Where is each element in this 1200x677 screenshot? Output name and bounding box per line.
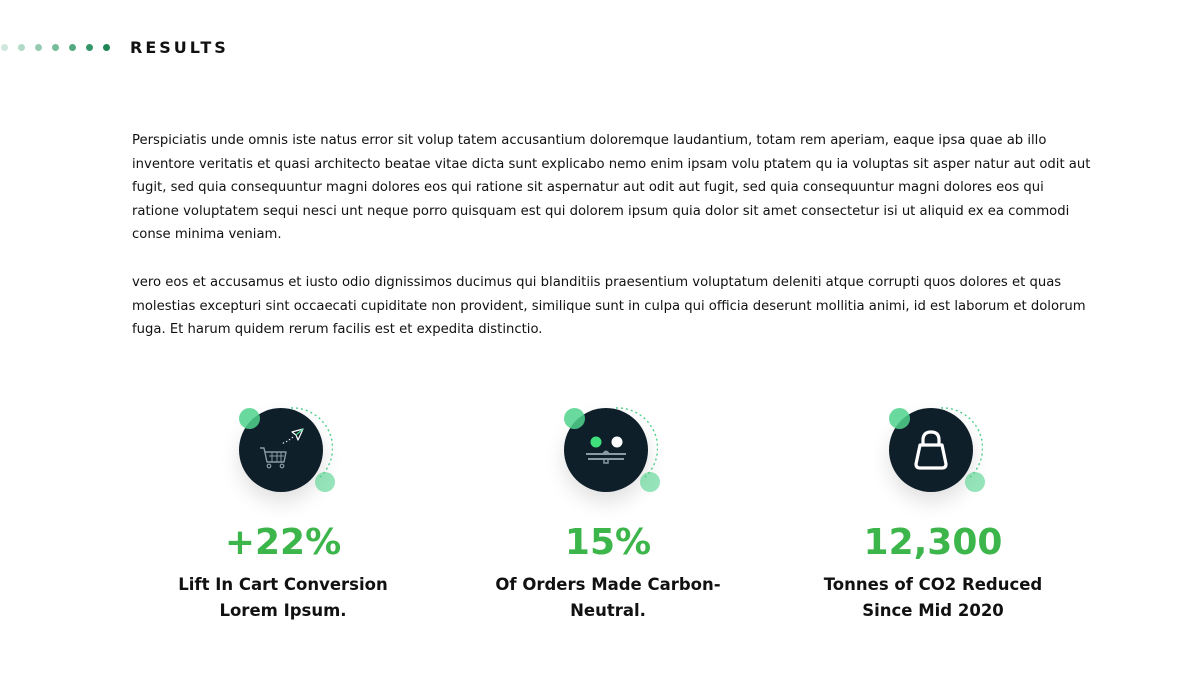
stat-label-line: Of Orders Made Carbon- [495,575,721,594]
bubble-decoration [889,408,910,429]
shopping-cart-icon [260,428,304,469]
dot [35,43,42,51]
stat-icon-wrap [223,398,343,498]
stat-cart-conversion: +22% Lift In Cart Conversion Lorem Ipsum… [133,398,433,624]
stat-icon-wrap [873,398,993,498]
shopping-bag-icon [914,430,948,470]
dot [86,43,93,51]
stats-row: +22% Lift In Cart Conversion Lorem Ipsum… [0,398,1200,658]
bubble-decoration [239,408,260,429]
section-title: RESULTS [130,37,229,57]
dot [103,43,110,51]
decorative-dots [0,43,110,51]
stat-label-line: Since Mid 2020 [862,601,1004,620]
stat-label-line: Lorem Ipsum. [219,601,347,620]
dot [1,43,8,51]
stat-value: +22% [224,522,342,563]
stat-label: Lift In Cart Conversion Lorem Ipsum. [153,572,413,624]
dot [52,43,59,51]
stat-label: Of Orders Made Carbon- Neutral. [478,572,738,624]
stat-value: 12,300 [863,522,1003,563]
bubble-decoration [965,472,985,492]
dot [69,43,76,51]
intro-paragraph-2: vero eos et accusamus et iusto odio dign… [132,274,1086,338]
stat-label: Tonnes of CO2 Reduced Since Mid 2020 [803,572,1063,624]
stat-icon-wrap [548,398,668,498]
stat-label-line: Lift In Cart Conversion [178,575,388,594]
dot [18,43,25,51]
stat-carbon-neutral: 15% Of Orders Made Carbon- Neutral. [458,398,758,624]
stat-label-line: Neutral. [570,601,646,620]
stat-label-line: Tonnes of CO2 Reduced [823,575,1043,594]
bubble-decoration [315,472,335,492]
stat-co2-reduced: 12,300 Tonnes of CO2 Reduced Since Mid 2… [783,398,1083,624]
carbon-balance-icon [586,436,626,464]
section-header: RESULTS [0,36,229,58]
intro-paragraph-1: Perspiciatis unde omnis iste natus error… [132,133,1091,243]
bubble-decoration [564,408,585,429]
intro-text: Perspiciatis unde omnis iste natus error… [132,129,1092,366]
bubble-decoration [640,472,660,492]
stat-value: 15% [564,522,652,563]
